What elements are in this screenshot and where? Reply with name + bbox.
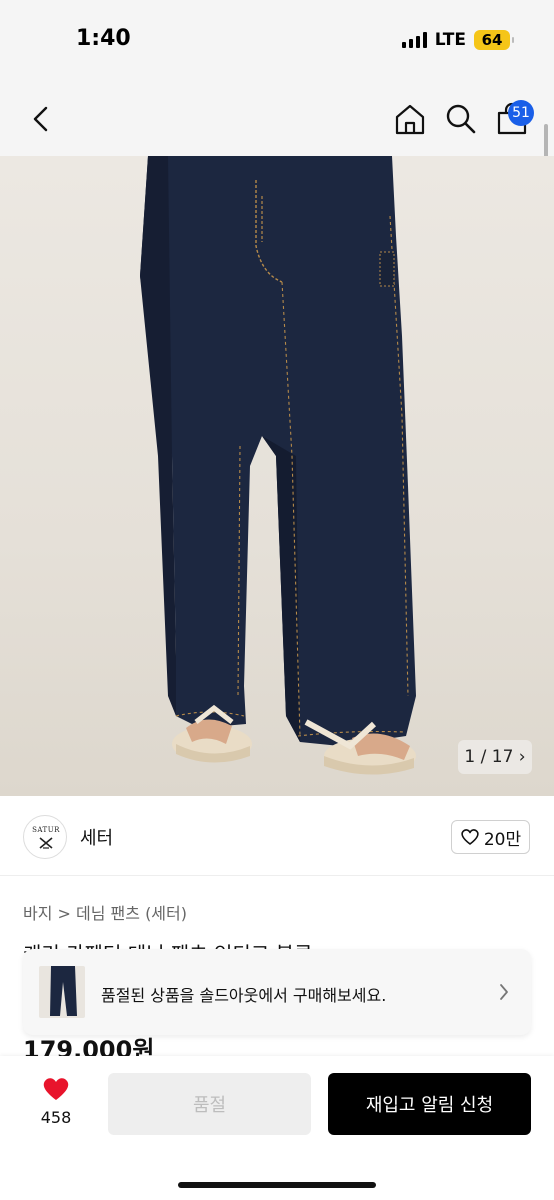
chevron-right-icon <box>500 984 508 1000</box>
bottom-action-bar: 458 품절 재입고 알림 신청 <box>0 1056 554 1200</box>
brand-like-count: 20만 <box>483 829 522 850</box>
back-arrow-icon[interactable] <box>26 102 56 136</box>
soldout-banner-text: 품절된 상품을 솔드아웃에서 구매해보세요. <box>101 986 387 1005</box>
banner-thumbnail <box>39 966 85 1018</box>
soldout-banner[interactable]: 품절된 상품을 솔드아웃에서 구매해보세요. <box>23 949 531 1035</box>
breadcrumb[interactable]: 바지 > 데님 팬츠 (세터) <box>23 900 187 924</box>
home-icon[interactable] <box>393 102 427 136</box>
battery-icon: 64 <box>474 30 514 50</box>
brand-logo[interactable]: SATUR <box>23 815 67 859</box>
nav-bar <box>0 82 554 156</box>
denim-pants-illustration <box>140 156 416 775</box>
network-type: LTE <box>434 30 466 50</box>
heart-filled-icon <box>43 1078 69 1100</box>
brand-like-button[interactable]: 20만 <box>451 820 530 854</box>
cart-badge: 51 <box>508 100 534 126</box>
brand-name[interactable]: 세터 <box>80 824 113 850</box>
product-image[interactable]: 1 / 17 › <box>0 156 554 796</box>
signal-icon <box>401 32 427 48</box>
image-counter[interactable]: 1 / 17 › <box>458 740 532 774</box>
crossed-swords-icon <box>39 837 53 849</box>
heart-outline-icon <box>461 829 479 845</box>
status-indicators: LTE 64 <box>401 30 514 50</box>
search-icon[interactable] <box>444 102 478 136</box>
restock-alert-button[interactable]: 재입고 알림 신청 <box>328 1073 531 1135</box>
soldout-button[interactable]: 품절 <box>108 1073 311 1135</box>
home-indicator <box>178 1182 376 1188</box>
status-bar: 1:40 LTE 64 <box>0 0 554 82</box>
pants-thumbnail-icon <box>50 966 77 1016</box>
brand-logo-text: SATUR <box>32 826 60 834</box>
product-like-count: 458 <box>40 1108 72 1127</box>
status-time: 1:40 <box>76 26 131 51</box>
product-like-button[interactable]: 458 <box>30 1076 82 1127</box>
brand-row: SATUR 세터 20만 <box>0 800 554 876</box>
